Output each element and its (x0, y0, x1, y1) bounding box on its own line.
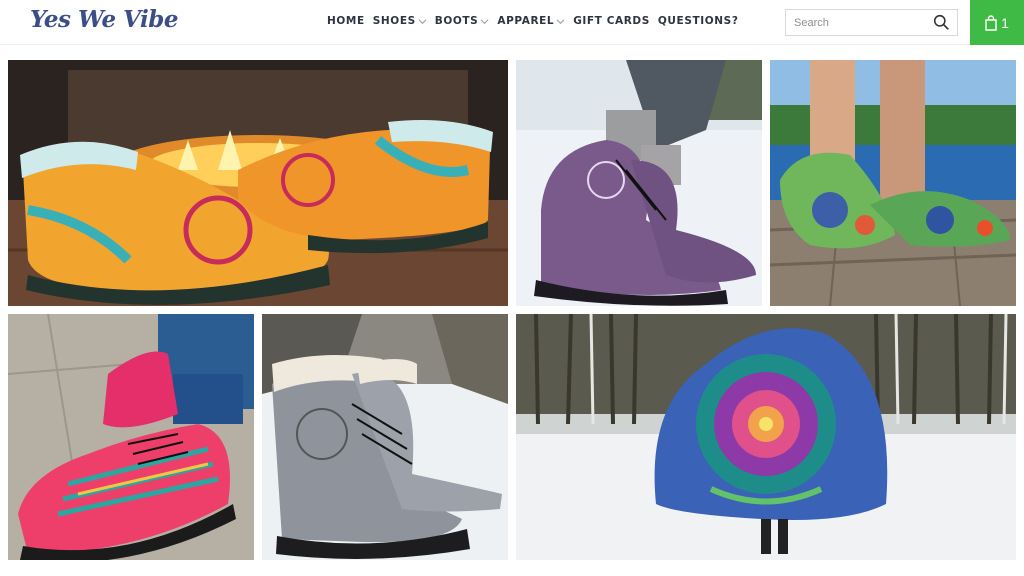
fireplace-mandala-slippers-image[interactable] (8, 60, 508, 306)
nav-item-shoes[interactable]: SHOES (373, 15, 427, 27)
main-nav: HOME SHOES BOOTS APPAREL GIFT CARDS QUES… (327, 15, 747, 27)
nav-item-label: HOME (327, 15, 365, 27)
purple-moon-dreamcatcher-boots-image[interactable] (516, 60, 762, 306)
nav-item-apparel[interactable]: APPAREL (497, 15, 565, 27)
site-header: Yes We Vibe HOME SHOES BOOTS APPAREL GIF… (0, 0, 1024, 45)
search-box (785, 9, 958, 36)
cart-count: 1 (1001, 14, 1009, 31)
nav-item-label: APPAREL (497, 15, 555, 27)
nav-item-questions[interactable]: QUESTIONS? (658, 15, 739, 27)
nav-item-label: QUESTIONS? (657, 15, 739, 27)
nav-item-label: BOOTS (434, 15, 479, 27)
floral-water-shoes-image[interactable] (770, 60, 1016, 306)
cart-button[interactable]: 1 (970, 0, 1024, 45)
search-input[interactable] (786, 10, 926, 35)
shopping-bag-icon (985, 14, 997, 31)
chevron-down-icon (480, 18, 489, 24)
nav-item-label: GIFT CARDS (573, 15, 650, 27)
nav-item-home[interactable]: HOME (327, 15, 365, 27)
gray-wolf-winter-boots-image[interactable] (262, 314, 508, 560)
chevron-down-icon (418, 18, 427, 24)
site-logo[interactable]: Yes We Vibe (30, 6, 179, 33)
nav-item-label: SHOES (372, 15, 416, 27)
chevron-down-icon (556, 18, 565, 24)
aztec-pink-sneakers-image[interactable] (8, 314, 254, 560)
nav-item-boots[interactable]: BOOTS (435, 15, 490, 27)
mandala-hooded-blanket-image[interactable] (516, 314, 1016, 560)
search-icon[interactable] (933, 14, 950, 31)
nav-item-gift-cards[interactable]: GIFT CARDS (573, 15, 650, 27)
